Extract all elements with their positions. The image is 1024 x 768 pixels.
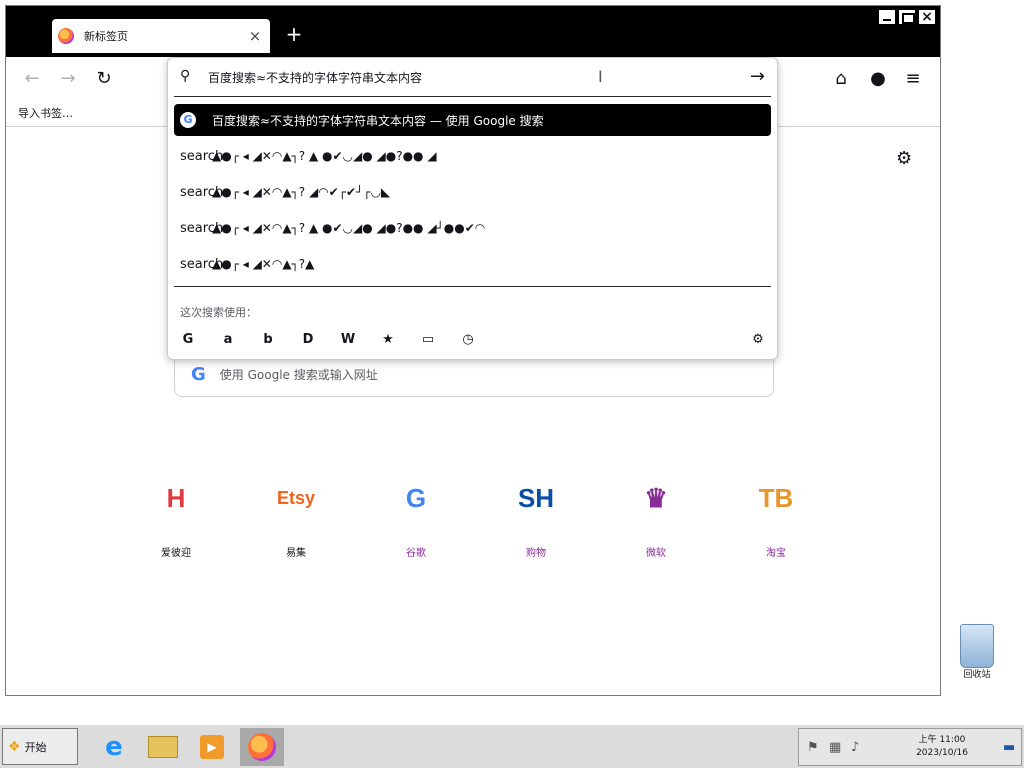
site-logo-icon: TB: [758, 482, 794, 513]
clock-date: 2023/10/16: [916, 748, 968, 758]
taskbar-ie[interactable]: e: [92, 728, 136, 766]
volume-icon[interactable]: ♪: [851, 740, 859, 755]
start-label: 开始: [24, 740, 47, 754]
wikipedia-icon[interactable]: W: [338, 330, 358, 350]
urlbar[interactable]: ⚲ 百度搜索≈不支持的字体字符串文本内容 I →: [168, 58, 777, 96]
oneoff-engines: Ga b D W ★ ▭ ◷ ⚙: [178, 328, 768, 352]
minimize-button[interactable]: [878, 9, 896, 25]
import-bookmarks-link[interactable]: 导入书签…: [18, 105, 73, 121]
bing-icon[interactable]: b: [258, 330, 278, 350]
media-player-icon: ▶: [200, 735, 224, 759]
result-text: ▲●┌ ◂ ◢✕◠▲┐?▲: [212, 257, 315, 271]
site-label: 谷歌: [406, 548, 426, 559]
site-logo-icon: SH: [517, 482, 555, 513]
action-center-icon[interactable]: ⚑: [807, 740, 819, 755]
window-controls: ×: [878, 9, 936, 25]
result-row[interactable]: G 百度搜索≈不支持的字体字符串文本内容 — 使用 Google 搜索: [174, 104, 771, 136]
maximize-button[interactable]: [898, 9, 916, 25]
amazon-icon[interactable]: a: [218, 330, 238, 350]
result-text: ▲●┌ ◂ ◢✕◠▲┐? ◢◠✔┌✔┘┌◡◣: [212, 185, 391, 199]
close-window-button[interactable]: ×: [918, 9, 936, 25]
system-tray: ⚑ ▦ ♪ 上午 11:00 2023/10/16 ▬: [798, 728, 1022, 766]
urlbar-popup: ⚲ 百度搜索≈不支持的字体字符串文本内容 I → G 百度搜索≈不支持的字体字符串…: [167, 57, 778, 360]
site-logo-icon: ♛: [644, 482, 668, 513]
urlbar-input[interactable]: 百度搜索≈不支持的字体字符串文本内容: [208, 69, 422, 86]
bookmarks-icon[interactable]: ★: [378, 330, 398, 350]
site-label: 购物: [526, 548, 546, 559]
taskbar-explorer[interactable]: [141, 728, 185, 766]
recycle-bin[interactable]: 回收站: [950, 624, 1004, 681]
google-icon: G: [180, 112, 196, 128]
show-desktop-icon[interactable]: ▬: [1003, 740, 1015, 755]
go-arrow-button[interactable]: →: [750, 66, 765, 87]
firefox-icon: [58, 28, 74, 44]
internet-explorer-icon: e: [105, 732, 123, 762]
result-row[interactable]: search ▲●┌ ◂ ◢✕◠▲┐?▲: [174, 248, 771, 280]
title-bar: 新标签页 × + ×: [6, 6, 940, 57]
forward-button[interactable]: →: [56, 67, 80, 91]
site-logo-icon: Etsy: [276, 487, 316, 508]
tab-new-tab[interactable]: 新标签页 ×: [52, 19, 270, 53]
recycle-bin-icon: [960, 624, 994, 668]
result-row[interactable]: search ▲●┌ ◂ ◢✕◠▲┐? ◢◠✔┌✔┘┌◡◣: [174, 176, 771, 208]
search-icon: search: [180, 148, 224, 164]
search-icon: search: [180, 220, 224, 236]
tabs-icon[interactable]: ▭: [418, 330, 438, 350]
site-logo-icon: H: [166, 482, 186, 513]
taskbar-firefox[interactable]: [240, 728, 284, 766]
result-row[interactable]: search ▲●┌ ◂ ◢✕◠▲┐? ▲ ●✔◡◢● ◢●?●● ◢┘●●✔◠: [174, 212, 771, 244]
history-icon[interactable]: ◷: [458, 330, 478, 350]
top-site-tile[interactable]: G 谷歌: [356, 476, 476, 560]
clock[interactable]: 上午 11:00 2023/10/16: [887, 734, 997, 760]
pocket-icon[interactable]: ⌂: [829, 67, 853, 91]
search-icon: search: [180, 256, 224, 272]
oneoff-label: 这次搜索使用：: [180, 306, 257, 319]
result-text: 百度搜索≈不支持的字体字符串文本内容 — 使用 Google 搜索: [212, 113, 544, 128]
top-site-tile[interactable]: Etsy 易集: [236, 476, 356, 560]
result-text: ▲●┌ ◂ ◢✕◠▲┐? ▲ ●✔◡◢● ◢●?●● ◢: [212, 149, 437, 163]
result-row[interactable]: search ▲●┌ ◂ ◢✕◠▲┐? ▲ ●✔◡◢● ◢●?●● ◢: [174, 140, 771, 172]
back-button[interactable]: ←: [20, 67, 44, 91]
divider: [174, 96, 771, 97]
taskbar-media[interactable]: ▶: [190, 728, 234, 766]
search-icon: ⚲: [180, 68, 191, 84]
new-tab-button[interactable]: +: [282, 22, 306, 46]
account-icon[interactable]: ●: [866, 67, 890, 91]
gear-icon[interactable]: ⚙: [896, 148, 912, 169]
text-cursor-icon: I: [598, 67, 603, 86]
site-logo-icon: G: [405, 482, 427, 513]
divider: [174, 286, 771, 287]
windows-logo-icon: ❖: [8, 738, 21, 755]
taskbar: ❖ 开始 e ▶ ⚑ ▦ ♪ 上午 11:00 2023/10/16 ▬: [0, 724, 1024, 768]
google-icon[interactable]: G: [178, 330, 198, 350]
tab-close-icon[interactable]: ×: [244, 27, 266, 45]
top-site-tile[interactable]: H 爱彼迎: [116, 476, 236, 560]
top-site-tile[interactable]: SH 购物: [476, 476, 596, 560]
search-placeholder: 使用 Google 搜索或输入网址: [219, 367, 378, 382]
top-site-tile[interactable]: TB 淘宝: [716, 476, 836, 560]
result-text: ▲●┌ ◂ ◢✕◠▲┐? ▲ ●✔◡◢● ◢●?●● ◢┘●●✔◠: [212, 221, 486, 235]
firefox-icon: [248, 733, 276, 761]
network-icon[interactable]: ▦: [829, 740, 841, 755]
gear-icon[interactable]: ⚙: [748, 330, 768, 350]
search-icon: search: [180, 184, 224, 200]
reload-button[interactable]: ↻: [92, 67, 116, 91]
duckduckgo-icon[interactable]: D: [298, 330, 318, 350]
site-label: 微软: [646, 548, 666, 559]
tab-title: 新标签页: [84, 30, 128, 43]
google-icon: G: [191, 363, 206, 385]
top-sites: H 爱彼迎 Etsy 易集 G 谷歌 SH 购物 ♛ 微软 TB 淘宝: [116, 476, 836, 560]
recycle-bin-label: 回收站: [963, 670, 991, 680]
clock-time: 上午 11:00: [918, 735, 966, 745]
site-label: 淘宝: [766, 548, 786, 559]
menu-button[interactable]: ≡: [901, 67, 925, 91]
site-label: 爱彼迎: [161, 548, 191, 559]
start-button[interactable]: ❖ 开始: [2, 728, 78, 765]
site-label: 易集: [286, 548, 306, 559]
top-site-tile[interactable]: ♛ 微软: [596, 476, 716, 560]
folder-icon: [148, 736, 178, 758]
